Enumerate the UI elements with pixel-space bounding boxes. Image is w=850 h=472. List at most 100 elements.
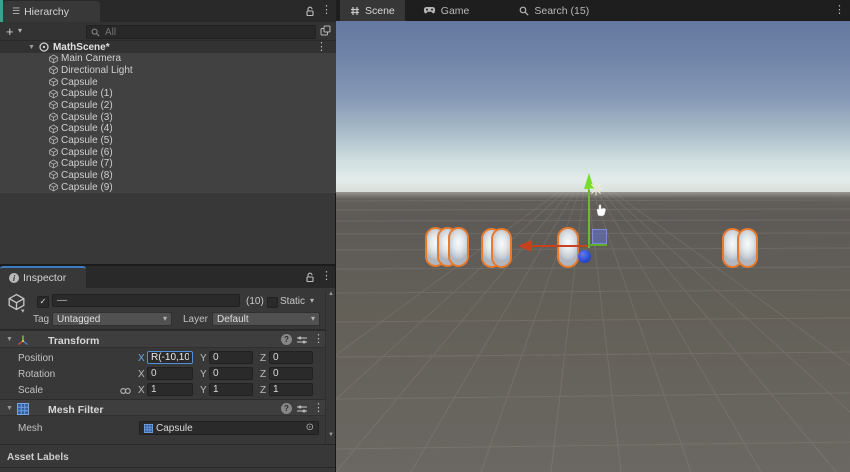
hierarchy-item[interactable]: Capsule (6) bbox=[0, 146, 336, 158]
hierarchy-item[interactable]: Capsule (4) bbox=[0, 123, 336, 135]
capsule-object[interactable] bbox=[491, 228, 512, 268]
link-scale-icon[interactable] bbox=[120, 387, 131, 395]
gizmo-plane-base-line bbox=[588, 244, 607, 246]
hand-cursor-icon bbox=[594, 203, 608, 217]
mesh-object-field[interactable]: Capsule ⊙ bbox=[139, 421, 319, 435]
gameobject-name-field[interactable]: — bbox=[52, 294, 240, 307]
scene-row-menu-icon[interactable]: ⋮ bbox=[316, 42, 327, 53]
axis-z-label: Z bbox=[260, 385, 266, 396]
presets-icon[interactable] bbox=[296, 335, 308, 345]
hierarchy-item[interactable]: Capsule (1) bbox=[0, 88, 336, 100]
hierarchy-search-field[interactable] bbox=[86, 25, 316, 39]
rotation-z-input[interactable] bbox=[269, 367, 313, 380]
hierarchy-item-label: Capsule (7) bbox=[61, 158, 113, 169]
sky bbox=[336, 21, 850, 192]
tab-game[interactable]: Game bbox=[413, 0, 480, 21]
hierarchy-item-label: Capsule (1) bbox=[61, 88, 113, 99]
transform-title: Transform bbox=[48, 335, 99, 347]
tab-search[interactable]: Search (15) bbox=[509, 0, 599, 21]
search-tab-label: Search (15) bbox=[534, 5, 589, 17]
cube-icon bbox=[49, 65, 58, 75]
hierarchy-tab-label: Hierarchy bbox=[24, 6, 69, 18]
hierarchy-item[interactable]: Capsule (8) bbox=[0, 170, 336, 182]
transform-header[interactable]: ▼ Transform ? ⋮ bbox=[0, 330, 335, 348]
hierarchy-item[interactable]: Capsule bbox=[0, 76, 336, 88]
capsule-object[interactable] bbox=[448, 227, 469, 267]
position-z-input[interactable] bbox=[269, 351, 313, 364]
rotation-x-input[interactable] bbox=[147, 367, 193, 380]
transform-menu-icon[interactable]: ⋮ bbox=[313, 334, 324, 345]
gizmo-z-axis-handle[interactable] bbox=[578, 250, 591, 263]
inspector-tab-label: Inspector bbox=[23, 272, 66, 284]
axis-x-label: X bbox=[138, 385, 145, 396]
lock-icon[interactable] bbox=[305, 272, 315, 283]
search-input[interactable] bbox=[103, 26, 297, 39]
axis-y-label: Y bbox=[200, 353, 207, 364]
tag-value: Untagged bbox=[57, 314, 100, 325]
rotation-label: Rotation bbox=[18, 369, 55, 380]
static-checkbox[interactable] bbox=[267, 297, 278, 308]
inspector-menu-icon[interactable]: ⋮ bbox=[321, 271, 332, 282]
pop-out-icon[interactable] bbox=[320, 25, 331, 36]
layer-label: Layer bbox=[183, 314, 208, 325]
tab-inspector[interactable]: i Inspector bbox=[0, 266, 86, 288]
position-x-input[interactable] bbox=[147, 351, 193, 364]
tab-scene[interactable]: Scene bbox=[340, 0, 405, 21]
hierarchy-item-label: Capsule (5) bbox=[61, 135, 113, 146]
icon-picker-dropdown-icon[interactable]: ▾ bbox=[21, 308, 25, 315]
tag-dropdown[interactable]: Untagged ▾ bbox=[52, 312, 172, 326]
tab-hierarchy[interactable]: ☰ Hierarchy bbox=[3, 1, 100, 22]
scene-view-menu-icon[interactable]: ⋮ bbox=[834, 5, 845, 16]
scale-x-input[interactable] bbox=[147, 383, 193, 396]
foldout-icon[interactable]: ▼ bbox=[28, 44, 35, 51]
scene-viewport[interactable] bbox=[336, 21, 850, 472]
scene-grid-icon bbox=[350, 6, 360, 16]
help-glyph: ? bbox=[284, 404, 289, 413]
static-dropdown-icon[interactable]: ▾ bbox=[310, 297, 314, 305]
inspector-panel: i Inspector ⋮ ▾ ✓ — (10) Static ▾ Tag Un… bbox=[0, 264, 336, 472]
mesh-filter-header[interactable]: ▼ Mesh Filter ? ⋮ bbox=[0, 399, 335, 416]
help-icon[interactable]: ? bbox=[281, 403, 292, 414]
rotation-y-input[interactable] bbox=[209, 367, 253, 380]
hierarchy-item[interactable]: Capsule (9) bbox=[0, 181, 336, 193]
layer-dropdown[interactable]: Default ▾ bbox=[212, 312, 320, 326]
hierarchy-item-label: Capsule (8) bbox=[61, 170, 113, 181]
add-object-dropdown-icon[interactable]: ▾ bbox=[18, 27, 22, 35]
lock-icon[interactable] bbox=[305, 6, 315, 17]
scale-z-input[interactable] bbox=[269, 383, 313, 396]
foldout-icon[interactable]: ▼ bbox=[6, 405, 13, 412]
hierarchy-item[interactable]: Directional Light bbox=[0, 65, 336, 77]
capsule-object[interactable] bbox=[557, 227, 579, 268]
hierarchy-menu-icon[interactable]: ⋮ bbox=[321, 5, 332, 16]
presets-icon[interactable] bbox=[296, 404, 308, 414]
hierarchy-item-list: Main Camera Directional Light Capsule bbox=[0, 53, 336, 193]
help-icon[interactable]: ? bbox=[281, 334, 292, 345]
position-y-input[interactable] bbox=[209, 351, 253, 364]
hierarchy-panel: ☰ Hierarchy ⋮ + ▾ ▼ bbox=[0, 0, 336, 264]
inspector-scrollbar[interactable]: ▲ ▼ bbox=[325, 290, 335, 444]
object-picker-icon[interactable]: ⊙ bbox=[306, 423, 314, 433]
gizmo-xy-plane-handle[interactable] bbox=[592, 229, 607, 244]
cube-icon bbox=[49, 147, 58, 157]
gizmo-y-axis-line[interactable] bbox=[588, 188, 590, 248]
capsule-object[interactable] bbox=[737, 228, 758, 268]
gizmo-x-axis-line[interactable] bbox=[532, 245, 590, 247]
scroll-up-icon[interactable]: ▲ bbox=[328, 291, 334, 297]
hierarchy-item[interactable]: Main Camera bbox=[0, 53, 336, 65]
search-icon bbox=[519, 6, 529, 16]
hierarchy-item-label: Capsule (2) bbox=[61, 100, 113, 111]
hierarchy-item-label: Main Camera bbox=[61, 53, 121, 64]
hierarchy-item[interactable]: Capsule (2) bbox=[0, 100, 336, 112]
hierarchy-item[interactable]: Capsule (5) bbox=[0, 135, 336, 147]
hierarchy-item[interactable]: Capsule (3) bbox=[0, 111, 336, 123]
hierarchy-scene-row[interactable]: ▼ MathScene* ⋮ bbox=[0, 41, 336, 53]
scroll-down-icon[interactable]: ▼ bbox=[328, 432, 334, 438]
hierarchy-item[interactable]: Capsule (7) bbox=[0, 158, 336, 170]
gizmo-x-arrowhead[interactable] bbox=[518, 240, 532, 252]
scene-name: MathScene* bbox=[53, 42, 110, 53]
add-object-button[interactable]: + bbox=[6, 24, 14, 39]
mesh-filter-menu-icon[interactable]: ⋮ bbox=[313, 403, 324, 414]
scale-y-input[interactable] bbox=[209, 383, 253, 396]
foldout-icon[interactable]: ▼ bbox=[6, 336, 13, 343]
active-checkbox[interactable]: ✓ bbox=[37, 296, 49, 308]
